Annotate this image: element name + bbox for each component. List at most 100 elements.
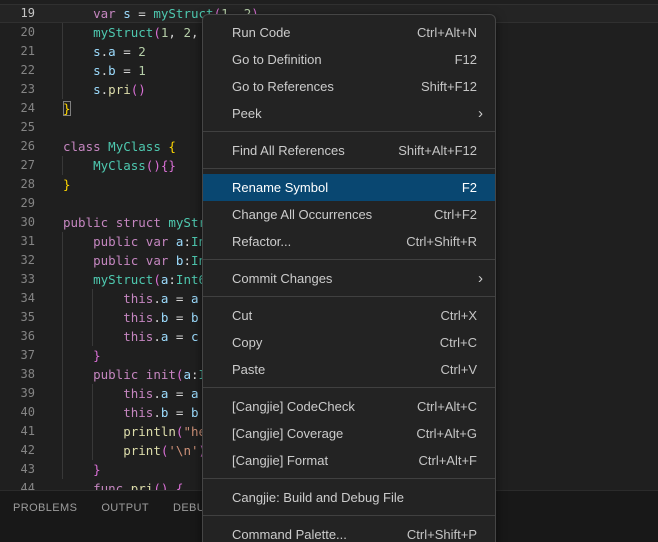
menu-item-label: Cangjie: Build and Debug File xyxy=(232,490,477,505)
code-token xyxy=(183,405,191,420)
menu-item-cangjie-format[interactable]: [Cangjie] FormatCtrl+Alt+F xyxy=(203,447,495,474)
menu-item-shortcut: F2 xyxy=(462,180,477,195)
menu-item-change-all-occurrences[interactable]: Change All OccurrencesCtrl+F2 xyxy=(203,201,495,228)
menu-separator xyxy=(203,131,495,132)
menu-separator xyxy=(203,515,495,516)
line-number: 39 xyxy=(0,384,35,403)
code-token: s xyxy=(93,63,101,78)
code-token: MyClass xyxy=(108,139,161,154)
menu-item-shortcut: Ctrl+X xyxy=(441,308,477,323)
panel-tab-output[interactable]: OUTPUT xyxy=(101,502,149,514)
menu-separator xyxy=(203,478,495,479)
line-number: 41 xyxy=(0,422,35,441)
menu-item-shortcut: Shift+F12 xyxy=(421,79,477,94)
menu-item-command-palette[interactable]: Command Palette...Ctrl+Shift+P xyxy=(203,521,495,542)
menu-item-label: Commit Changes xyxy=(232,271,478,286)
menu-item-cut[interactable]: CutCtrl+X xyxy=(203,302,495,329)
code-token: ) xyxy=(153,158,161,173)
menu-item-go-to-references[interactable]: Go to ReferencesShift+F12 xyxy=(203,73,495,100)
line-number: 20 xyxy=(0,23,35,42)
menu-item-find-all-references[interactable]: Find All ReferencesShift+Alt+F12 xyxy=(203,137,495,164)
code-token xyxy=(183,291,191,306)
code-token xyxy=(63,272,93,287)
code-token: this xyxy=(123,310,153,325)
menu-item-cangjie-build-and-debug-file[interactable]: Cangjie: Build and Debug File xyxy=(203,484,495,511)
code-token: public xyxy=(93,253,138,268)
code-text: MyClass(){} xyxy=(63,158,176,173)
code-text: this.a = a xyxy=(63,386,199,401)
menu-item-label: Go to References xyxy=(232,79,421,94)
menu-item-label: Peek xyxy=(232,106,478,121)
line-number: 38 xyxy=(0,365,35,384)
menu-item-shortcut: Ctrl+F2 xyxy=(434,207,477,222)
code-text: } xyxy=(63,348,101,363)
menu-item-copy[interactable]: CopyCtrl+C xyxy=(203,329,495,356)
code-token: ( xyxy=(153,272,161,287)
code-token xyxy=(168,234,176,249)
code-token xyxy=(63,234,93,249)
code-token: this xyxy=(123,329,153,344)
code-token xyxy=(168,310,176,325)
code-text: this.a = a xyxy=(63,291,199,306)
code-token: } xyxy=(63,177,71,192)
line-number: 22 xyxy=(0,61,35,80)
code-token: s xyxy=(93,44,101,59)
line-number: 42 xyxy=(0,441,35,460)
menu-item-run-code[interactable]: Run CodeCtrl+Alt+N xyxy=(203,19,495,46)
code-token xyxy=(63,367,93,382)
code-token: a xyxy=(183,367,191,382)
code-token: public xyxy=(63,215,108,230)
code-token: public xyxy=(93,367,138,382)
code-token xyxy=(168,253,176,268)
code-token: b xyxy=(191,310,199,325)
menu-item-cangjie-coverage[interactable]: [Cangjie] CoverageCtrl+Alt+G xyxy=(203,420,495,447)
code-text: myStruct(1, 2, 3) xyxy=(63,25,221,40)
code-token: '\n' xyxy=(168,443,198,458)
code-text: s.a = 2 xyxy=(63,44,146,59)
menu-item-refactor[interactable]: Refactor...Ctrl+Shift+R xyxy=(203,228,495,255)
code-token: print xyxy=(123,443,161,458)
line-number: 27 xyxy=(0,156,35,175)
line-number: 32 xyxy=(0,251,35,270)
menu-item-shortcut: Shift+Alt+F12 xyxy=(398,143,477,158)
code-token: 1 xyxy=(138,63,146,78)
code-token: } xyxy=(168,158,176,173)
code-token: ) xyxy=(138,82,146,97)
menu-separator xyxy=(203,387,495,388)
code-token: a xyxy=(108,44,116,59)
code-text: this.b = b xyxy=(63,405,199,420)
menu-item-commit-changes[interactable]: Commit Changes› xyxy=(203,265,495,292)
code-token: { xyxy=(168,139,176,154)
code-text: s.b = 1 xyxy=(63,63,146,78)
code-token xyxy=(63,44,93,59)
line-number: 19 xyxy=(0,4,35,23)
code-text: class MyClass { xyxy=(63,139,176,154)
code-token: : xyxy=(191,367,199,382)
code-token xyxy=(168,291,176,306)
code-token: var xyxy=(146,253,169,268)
code-token: this xyxy=(123,405,153,420)
panel-tab-problems[interactable]: PROBLEMS xyxy=(13,502,77,514)
code-token: MyClass xyxy=(93,158,146,173)
code-token: s xyxy=(123,6,131,21)
code-text: } xyxy=(63,101,71,116)
line-number: 26 xyxy=(0,137,35,156)
menu-item-label: [Cangjie] Format xyxy=(232,453,418,468)
menu-item-peek[interactable]: Peek› xyxy=(203,100,495,127)
code-token xyxy=(63,291,123,306)
menu-item-label: [Cangjie] Coverage xyxy=(232,426,416,441)
code-token: : xyxy=(168,272,176,287)
code-token: this xyxy=(123,291,153,306)
menu-item-paste[interactable]: PasteCtrl+V xyxy=(203,356,495,383)
line-number: 31 xyxy=(0,232,35,251)
menu-separator xyxy=(203,168,495,169)
line-number: 35 xyxy=(0,308,35,327)
code-token: . xyxy=(153,329,161,344)
menu-item-go-to-definition[interactable]: Go to DefinitionF12 xyxy=(203,46,495,73)
code-token: } xyxy=(93,462,101,477)
code-token: init xyxy=(146,367,176,382)
menu-item-label: Find All References xyxy=(232,143,398,158)
menu-item-cangjie-codecheck[interactable]: [Cangjie] CodeCheckCtrl+Alt+C xyxy=(203,393,495,420)
menu-item-rename-symbol[interactable]: Rename SymbolF2 xyxy=(203,174,495,201)
line-number: 37 xyxy=(0,346,35,365)
